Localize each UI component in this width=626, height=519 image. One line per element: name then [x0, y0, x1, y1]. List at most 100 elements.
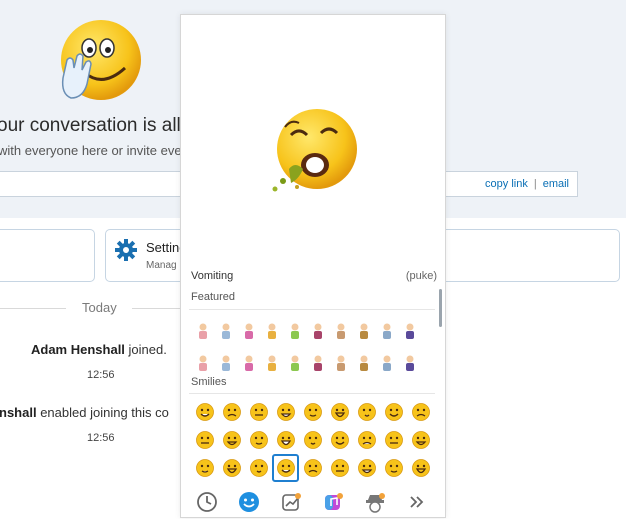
smiley-emoji[interactable]	[272, 426, 299, 454]
recent-icon	[197, 492, 217, 512]
smiley-emoji[interactable]	[407, 426, 434, 454]
hat-icon	[366, 493, 385, 513]
smiley-emoji[interactable]	[191, 398, 218, 426]
divider-left	[0, 308, 66, 309]
smiley-emoji[interactable]	[299, 398, 326, 426]
smiley-emoji-icon	[357, 403, 376, 421]
featured-emoji[interactable]	[214, 347, 237, 379]
featured-emoji[interactable]	[398, 315, 421, 347]
message-text: joined.	[128, 342, 167, 357]
smiley-emoji[interactable]	[380, 398, 407, 426]
smiley-emoji[interactable]	[326, 454, 353, 482]
featured-emoji[interactable]	[329, 347, 352, 379]
scrollbar-thumb[interactable]	[439, 289, 442, 327]
smiley-emoji[interactable]	[326, 426, 353, 454]
featured-emoji[interactable]	[237, 315, 260, 347]
featured-emoji[interactable]	[375, 347, 398, 379]
copy-link-button[interactable]: copy link	[485, 178, 528, 190]
smiley-emoji[interactable]	[218, 398, 245, 426]
more-tab[interactable]	[404, 489, 430, 515]
hat-tab[interactable]	[362, 489, 388, 515]
smiley-emoji[interactable]	[272, 398, 299, 426]
smiley-emoji-icon	[411, 431, 430, 449]
smiley-emoji[interactable]	[407, 398, 434, 426]
featured-emoji-icon	[313, 323, 322, 339]
featured-emoji[interactable]	[283, 315, 306, 347]
featured-emoji[interactable]	[260, 347, 283, 379]
featured-emoji-icon	[405, 323, 414, 339]
featured-emoji[interactable]	[191, 315, 214, 347]
message-user-name: Adam Henshall	[31, 342, 125, 357]
smiley-emoji-icon	[195, 431, 214, 449]
message-user-name: nshall	[0, 405, 37, 420]
smiley-emoji[interactable]	[245, 398, 272, 426]
smiley-emoji-icon	[276, 403, 295, 421]
smiley-emoji[interactable]	[407, 454, 434, 482]
smiley-emoji[interactable]	[353, 454, 380, 482]
smiley-emoji[interactable]	[353, 426, 380, 454]
gear-icon	[115, 239, 137, 261]
smiley-emoji-icon	[303, 431, 322, 449]
smiley-emoji-icon	[222, 403, 241, 421]
smiley-emoji[interactable]	[245, 426, 272, 454]
message-time: 12:56	[87, 369, 115, 381]
smiley-emoji-icon	[330, 459, 349, 477]
trending-tab[interactable]	[278, 489, 304, 515]
featured-emoji-icon	[382, 355, 391, 371]
featured-emoji[interactable]	[306, 315, 329, 347]
smiley-emoji-icon	[249, 431, 268, 449]
smilies-section-label: Smilies	[191, 376, 227, 388]
smiley-emoji-icon	[411, 459, 430, 477]
system-message-enabled: nshall enabled joining this co	[0, 405, 169, 420]
smiley-emoji[interactable]	[218, 454, 245, 482]
smiley-emoji-icon	[384, 403, 403, 421]
featured-emoji[interactable]	[214, 315, 237, 347]
smiley-tab[interactable]	[236, 489, 262, 515]
smiley-emoji[interactable]	[218, 426, 245, 454]
smiley-emoji[interactable]	[191, 426, 218, 454]
smiley-emoji-icon	[276, 431, 295, 449]
trending-icon	[282, 493, 301, 511]
smiley-emoji[interactable]	[353, 398, 380, 426]
system-message-joined: Adam Henshall joined.	[31, 342, 167, 357]
link-actions: copy link | email	[485, 178, 569, 190]
smiley-emoji[interactable]	[245, 454, 272, 482]
featured-emoji-icon	[359, 323, 368, 339]
smiley-emoji-icon	[330, 403, 349, 421]
smiley-emoji-icon	[303, 459, 322, 477]
featured-emoji[interactable]	[191, 347, 214, 379]
separator: |	[533, 178, 537, 190]
option-card-left[interactable]	[0, 229, 95, 282]
smilies-grid	[191, 398, 434, 482]
featured-emoji[interactable]	[398, 347, 421, 379]
featured-emoji[interactable]	[329, 315, 352, 347]
smiley-emoji[interactable]	[299, 426, 326, 454]
vomiting-emoji-icon	[276, 459, 295, 477]
featured-emoji[interactable]	[306, 347, 329, 379]
smiley-emoji[interactable]	[299, 454, 326, 482]
media-apps-tab[interactable]	[320, 489, 346, 515]
smiley-emoji[interactable]	[380, 454, 407, 482]
smiley-emoji-icon	[222, 459, 241, 477]
media-apps-icon	[325, 493, 343, 510]
smiley-emoji[interactable]	[326, 398, 353, 426]
featured-grid	[191, 315, 421, 379]
smiley-icon	[239, 492, 259, 512]
featured-emoji[interactable]	[352, 315, 375, 347]
featured-emoji[interactable]	[352, 347, 375, 379]
smiley-emoji[interactable]	[191, 454, 218, 482]
smiley-emoji-icon	[384, 459, 403, 477]
section-divider	[189, 393, 435, 394]
email-link-button[interactable]: email	[543, 178, 569, 190]
featured-emoji[interactable]	[260, 315, 283, 347]
divider-right	[132, 308, 180, 309]
featured-emoji-icon	[359, 355, 368, 371]
featured-emoji-icon	[198, 323, 207, 339]
featured-emoji[interactable]	[283, 347, 306, 379]
recent-tab[interactable]	[194, 489, 220, 515]
vomiting-emoji-selected[interactable]	[272, 454, 299, 482]
featured-emoji[interactable]	[375, 315, 398, 347]
smiley-emoji[interactable]	[380, 426, 407, 454]
featured-emoji[interactable]	[237, 347, 260, 379]
smiley-emoji-icon	[357, 459, 376, 477]
